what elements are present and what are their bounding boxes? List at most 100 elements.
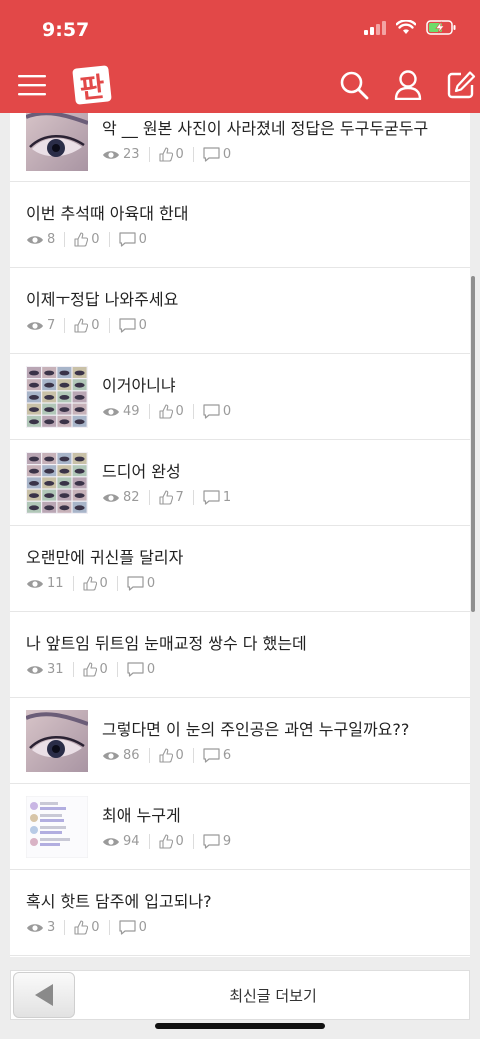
post-meta: 86 0 6: [102, 748, 231, 763]
like-count-value: 0: [99, 662, 108, 677]
post-item[interactable]: 이제ㅜ정답 나와주세요 7 0 0: [10, 268, 470, 354]
post-meta: 49 0 0: [102, 404, 231, 419]
post-title[interactable]: 혹시 핫트 담주에 입고되나?: [26, 888, 212, 912]
like-count-value: 0: [175, 404, 184, 419]
write-button[interactable]: [444, 68, 478, 102]
view-count-value: 23: [123, 147, 140, 162]
comment-icon: [127, 662, 144, 677]
post-item[interactable]: 악 __ 원본 사진이 사라졌네 정답은 두구두굳두구 23 0 0: [10, 113, 470, 182]
post-title[interactable]: 악 __ 원본 사진이 사라졌네 정답은 두구두굳두구: [102, 115, 428, 139]
comment-count: 0: [127, 662, 155, 677]
post-thumbnail[interactable]: [26, 452, 88, 514]
back-button[interactable]: [13, 972, 75, 1018]
post-item[interactable]: 이번 추석때 아육대 한대 8 0 0: [10, 182, 470, 268]
meta-divider: [108, 318, 110, 333]
post-title[interactable]: 이번 추석때 아육대 한대: [26, 200, 188, 224]
comment-count: 9: [203, 834, 231, 849]
logo-icon: 판: [72, 65, 112, 105]
view-count: 11: [26, 576, 64, 591]
meta-divider: [148, 834, 150, 849]
comment-count: 1: [203, 490, 231, 505]
post-meta: 7 0 0: [26, 318, 147, 333]
comment-count-value: 0: [146, 662, 156, 677]
comment-icon: [203, 404, 220, 419]
search-button[interactable]: [337, 68, 371, 102]
post-title[interactable]: 최애 누구게: [102, 802, 181, 826]
meta-divider: [108, 920, 110, 935]
post-title[interactable]: 오랜만에 귀신플 달리자: [26, 544, 183, 568]
view-count: 49: [102, 404, 140, 419]
post-title[interactable]: 나 앞트임 뒤트임 눈매교정 쌍수 다 했는데: [26, 630, 307, 654]
view-count: 94: [102, 834, 140, 849]
user-icon: [394, 70, 422, 100]
eye-photo-thumbnail: [26, 113, 88, 171]
like-count: 0: [74, 920, 100, 935]
post-item[interactable]: 드디어 완성 82 7 1: [10, 440, 470, 526]
post-item[interactable]: 그렇다면 이 눈의 주인공은 과연 누구일까요?? 86 0 6: [10, 698, 470, 784]
comment-count: 0: [118, 232, 147, 247]
compose-icon: [447, 71, 476, 99]
comment-count-value: 0: [222, 404, 232, 419]
view-count: 8: [26, 232, 55, 247]
more-latest-link[interactable]: 최신글 더보기: [77, 971, 469, 1019]
pann-logo[interactable]: 판: [72, 64, 112, 106]
meta-divider: [64, 318, 66, 333]
like-count: 0: [82, 662, 108, 677]
view-count-value: 8: [47, 232, 56, 247]
view-icon: [27, 321, 43, 330]
meta-divider: [148, 748, 150, 763]
post-item[interactable]: 오랜만에 귀신플 달리자 11 0 0: [10, 526, 470, 612]
like-count-value: 0: [175, 748, 184, 763]
like-count: 0: [158, 404, 184, 419]
back-arrow-icon: [35, 984, 53, 1006]
like-icon: [82, 662, 97, 677]
post-meta: 94 0 9: [102, 834, 231, 849]
post-thumbnail[interactable]: [26, 796, 88, 858]
post-item[interactable]: 나 앞트임 뒤트임 눈매교정 쌍수 다 했는데 31 0 0: [10, 612, 470, 698]
comment-count-value: 1: [222, 490, 232, 505]
scrollbar[interactable]: [471, 276, 475, 612]
view-count-value: 11: [47, 576, 64, 591]
post-thumbnail[interactable]: [26, 113, 88, 171]
post-title[interactable]: 그렇다면 이 눈의 주인공은 과연 누구일까요??: [102, 716, 409, 740]
like-icon: [74, 232, 89, 247]
view-count: 86: [102, 748, 140, 763]
view-count: 82: [102, 490, 140, 505]
post-item[interactable]: 최애 누구게 94 0 9: [10, 784, 470, 870]
post-title[interactable]: 이거아니냐: [102, 372, 176, 396]
eye-grid-thumbnail: [26, 366, 88, 428]
like-count-value: 0: [99, 576, 108, 591]
comment-count-value: 0: [138, 318, 147, 333]
menu-button[interactable]: [15, 68, 49, 102]
like-count: 0: [74, 232, 100, 247]
view-count-value: 86: [123, 748, 140, 763]
view-count-value: 49: [123, 404, 140, 419]
view-count: 23: [102, 147, 140, 162]
chat-screenshot-thumbnail: [26, 796, 88, 858]
view-count: 3: [26, 920, 55, 935]
comment-count: 0: [203, 147, 231, 162]
view-icon: [27, 665, 43, 674]
meta-divider: [148, 147, 150, 162]
search-icon: [340, 71, 369, 100]
comment-icon: [203, 834, 220, 849]
like-count: 0: [82, 576, 108, 591]
like-icon: [82, 576, 97, 591]
profile-button[interactable]: [391, 68, 425, 102]
post-item[interactable]: 이거아니냐 49 0 0: [10, 354, 470, 440]
view-icon: [27, 923, 43, 932]
like-count: 7: [158, 490, 184, 505]
post-title[interactable]: 드디어 완성: [102, 458, 181, 482]
view-count-value: 7: [47, 318, 56, 333]
meta-divider: [192, 490, 194, 505]
post-thumbnail[interactable]: [26, 366, 88, 428]
post-item[interactable]: 혹시 핫트 담주에 입고되나? 3 0 0: [10, 870, 470, 956]
view-icon: [103, 407, 119, 416]
logo-text: 판: [78, 72, 106, 105]
view-icon: [27, 579, 43, 588]
post-meta: 8 0 0: [26, 232, 147, 247]
post-title[interactable]: 이제ㅜ정답 나와주세요: [26, 286, 178, 310]
post-thumbnail[interactable]: [26, 710, 88, 772]
home-indicator: [155, 1023, 325, 1029]
comment-icon: [127, 576, 144, 591]
